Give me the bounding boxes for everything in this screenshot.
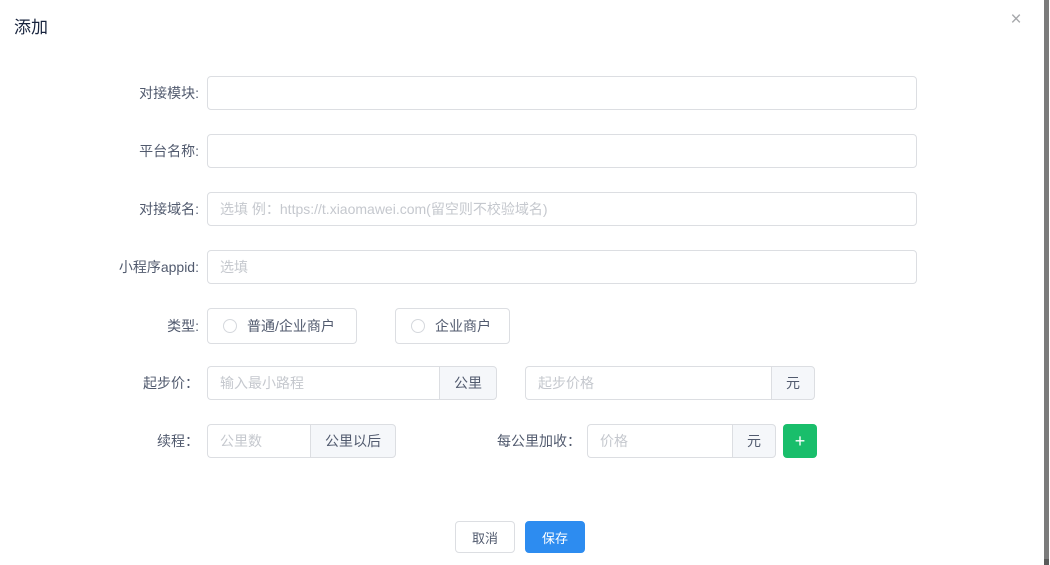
form-row-module: 对接模块:	[0, 76, 1040, 110]
continuation-label: 续程：	[0, 431, 207, 451]
min-distance-unit: 公里	[439, 366, 497, 400]
dialog-footer: 取消 保存	[0, 521, 1040, 553]
per-km-price-group: 元	[587, 424, 776, 458]
base-price-group: 元	[525, 366, 815, 400]
add-dialog: 添加 × 对接模块: 平台名称: 对接域名: 小程序appid: 类型:	[0, 0, 1050, 565]
radio-enterprise-merchant[interactable]: 企业商户	[395, 308, 510, 344]
scrollbar-end-cap	[1044, 559, 1049, 565]
radio-circle-icon	[223, 319, 237, 333]
base-price-label: 起步价：	[0, 373, 207, 393]
platform-name-label: 平台名称:	[0, 141, 207, 161]
radio-label: 普通/企业商户	[247, 316, 335, 336]
continuation-distance-input[interactable]	[207, 424, 310, 458]
cancel-button[interactable]: 取消	[455, 521, 515, 553]
form-row-continuation: 续程： 公里以后 每公里加收： 元 +	[0, 424, 1040, 458]
base-price-input[interactable]	[525, 366, 771, 400]
per-km-price-input[interactable]	[587, 424, 732, 458]
radio-label: 企业商户	[435, 316, 491, 336]
continuation-distance-group: 公里以后	[207, 424, 396, 458]
form-row-domain: 对接域名:	[0, 192, 1040, 226]
min-distance-group: 公里	[207, 366, 497, 400]
vertical-scrollbar[interactable]	[1044, 0, 1049, 565]
per-km-surcharge-label: 每公里加收：	[497, 431, 581, 451]
module-label: 对接模块:	[0, 83, 207, 103]
domain-input[interactable]	[207, 192, 917, 226]
form-row-base-price: 起步价： 公里 元	[0, 366, 1040, 400]
appid-input[interactable]	[207, 250, 917, 284]
continuation-distance-unit: 公里以后	[310, 424, 396, 458]
platform-name-input[interactable]	[207, 134, 917, 168]
save-button[interactable]: 保存	[525, 521, 585, 553]
type-label: 类型:	[0, 316, 207, 336]
close-icon[interactable]: ×	[1004, 8, 1028, 32]
min-distance-input[interactable]	[207, 366, 439, 400]
form-row-platform-name: 平台名称:	[0, 134, 1040, 168]
form-row-type: 类型: 普通/企业商户 企业商户	[0, 308, 1040, 344]
add-tier-button[interactable]: +	[783, 424, 817, 458]
radio-normal-enterprise-merchant[interactable]: 普通/企业商户	[207, 308, 357, 344]
per-km-price-unit: 元	[732, 424, 776, 458]
appid-label: 小程序appid:	[0, 257, 207, 277]
form-row-appid: 小程序appid:	[0, 250, 1040, 284]
dialog-title: 添加	[14, 13, 48, 38]
module-input[interactable]	[207, 76, 917, 110]
radio-circle-icon	[411, 319, 425, 333]
base-price-unit: 元	[771, 366, 815, 400]
domain-label: 对接域名:	[0, 199, 207, 219]
add-form: 对接模块: 平台名称: 对接域名: 小程序appid: 类型: 普通/企业商户	[0, 76, 1040, 482]
